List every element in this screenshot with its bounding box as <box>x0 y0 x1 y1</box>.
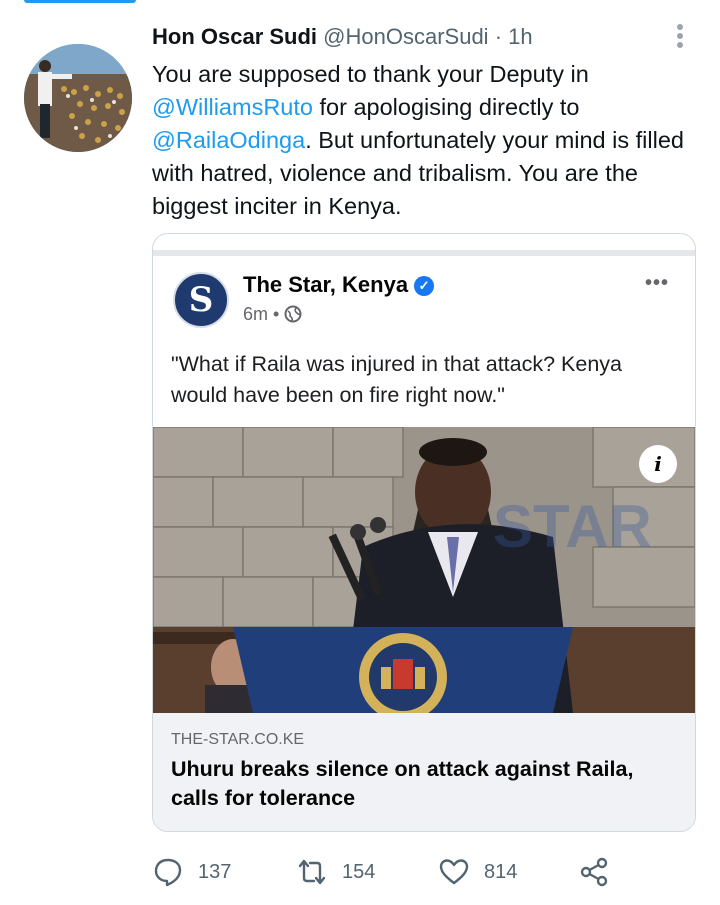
page-logo-letter: S <box>188 280 214 320</box>
post-photo[interactable]: STAR i <box>153 427 695 713</box>
info-icon[interactable]: i <box>639 445 677 483</box>
link-domain: THE-STAR.CO.KE <box>171 731 305 748</box>
card-divider <box>153 234 695 256</box>
page-logo[interactable]: S <box>173 272 229 328</box>
tweet-text-part: for apologising directly to <box>312 94 580 120</box>
like-count: 814 <box>484 860 518 883</box>
link-title[interactable]: Uhuru breaks silence on attack against R… <box>171 755 681 813</box>
press-photo: STAR <box>153 427 695 713</box>
more-vertical-icon[interactable] <box>672 24 688 52</box>
post-meta: 6m • <box>243 304 302 325</box>
author-name[interactable]: Hon Oscar Sudi <box>152 24 317 49</box>
reply-count: 137 <box>198 860 232 883</box>
author-avatar[interactable] <box>24 44 132 152</box>
reply-button[interactable]: 137 <box>152 850 231 894</box>
post-meta-dot: • <box>273 304 280 324</box>
retweet-icon <box>298 859 326 885</box>
verified-badge-icon: ✓ <box>414 276 435 296</box>
tweet-time[interactable]: 1h <box>508 24 532 49</box>
tweet-actions: 137 154 814 <box>152 850 712 894</box>
more-horizontal-icon[interactable]: ••• <box>645 272 669 295</box>
link-preview[interactable]: THE-STAR.CO.KE Uhuru breaks silence on a… <box>153 713 695 831</box>
mention-link[interactable]: @WilliamsRuto <box>152 94 313 120</box>
avatar-photo <box>24 44 132 152</box>
share-icon <box>580 857 608 887</box>
page-name[interactable]: The Star, Kenya <box>243 272 408 297</box>
share-button[interactable] <box>578 850 624 894</box>
post-quote: "What if Raila was injured in that attac… <box>171 352 622 407</box>
globe-icon <box>284 305 302 323</box>
selected-tab-indicator <box>24 0 136 3</box>
tweet-header: Hon Oscar Sudi @HonOscarSudi · 1h <box>152 24 533 50</box>
like-button[interactable]: 814 <box>438 850 517 894</box>
svg-text:STAR: STAR <box>493 493 652 560</box>
author-handle[interactable]: @HonOscarSudi <box>323 24 488 49</box>
reply-icon <box>154 858 182 887</box>
mention-link[interactable]: @RailaOdinga <box>152 127 305 153</box>
tweet-text-part: You are supposed to thank your Deputy in <box>152 61 589 87</box>
page-name-row: The Star, Kenya ✓ <box>243 272 435 298</box>
heart-icon <box>439 859 469 885</box>
embedded-post-card[interactable]: S The Star, Kenya ✓ 6m • ••• "What if Rai… <box>152 233 696 832</box>
meta-separator: · <box>494 24 503 49</box>
retweet-count: 154 <box>342 860 376 883</box>
post-time[interactable]: 6m <box>243 304 268 324</box>
retweet-button[interactable]: 154 <box>296 850 375 894</box>
tweet-text: You are supposed to thank your Deputy in… <box>152 58 712 223</box>
